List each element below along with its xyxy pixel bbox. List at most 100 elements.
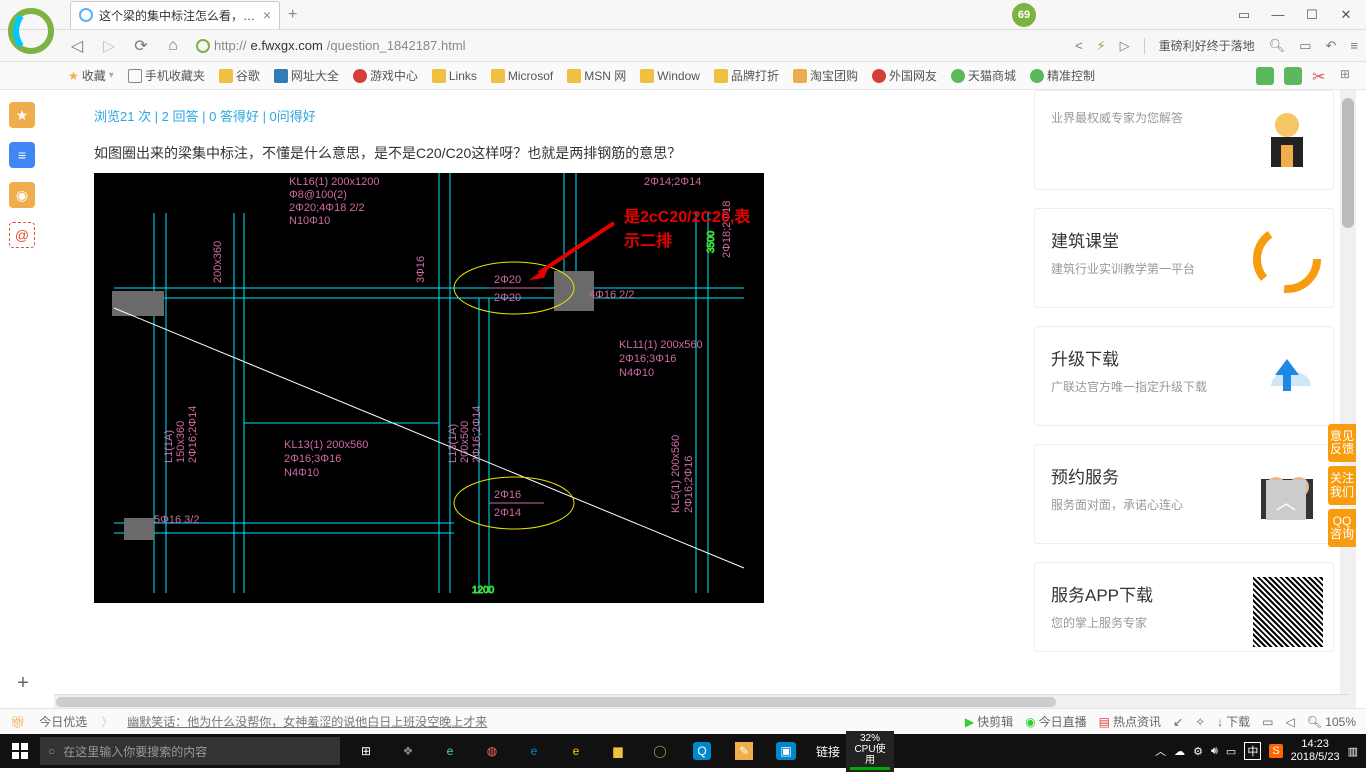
- card-app[interactable]: 服务APP下载 您的掌上服务专家: [1034, 562, 1334, 652]
- sidebar-fav-icon[interactable]: ★: [9, 102, 35, 128]
- scroll-top-button[interactable]: ︿: [1266, 480, 1306, 520]
- play-icon[interactable]: ▷: [1120, 38, 1130, 54]
- today-pick[interactable]: 今日优选: [39, 713, 87, 730]
- zoom-level[interactable]: 🔍︎ 105%: [1307, 715, 1356, 729]
- grid-icon[interactable]: ⊞: [1340, 67, 1358, 85]
- live-today[interactable]: ◉今日直播: [1025, 713, 1087, 730]
- browser-tab[interactable]: 这个梁的集中标注怎么看，是什... ×: [70, 1, 280, 29]
- quick-clip[interactable]: ▶快剪辑: [965, 713, 1013, 730]
- cpu-monitor[interactable]: 32%CPU使用: [850, 734, 890, 768]
- extensions-icon[interactable]: ▭: [1299, 38, 1311, 54]
- site-icon: [196, 39, 210, 53]
- 360-icon[interactable]: ◯: [640, 734, 680, 768]
- app-icon[interactable]: ◍: [472, 734, 512, 768]
- horizontal-scrollbar[interactable]: [54, 694, 1350, 708]
- qq-tab[interactable]: QQ咨询: [1328, 509, 1356, 547]
- tray-icon[interactable]: ▭: [1226, 745, 1236, 758]
- task-view-icon[interactable]: ⊞: [346, 734, 386, 768]
- maximize-icon[interactable]: ☐: [1304, 7, 1320, 23]
- undo-icon[interactable]: ↶: [1326, 38, 1337, 54]
- status-icon[interactable]: ▭: [1262, 715, 1273, 729]
- app-icon[interactable]: ▣: [766, 734, 806, 768]
- bookmark-item[interactable]: Links: [432, 69, 477, 83]
- vertical-scrollbar[interactable]: [1340, 90, 1356, 708]
- bookmark-item[interactable]: 精准控制: [1030, 67, 1095, 84]
- bookmark-item[interactable]: 品牌打折: [714, 67, 779, 84]
- bookmark-item[interactable]: MSN 网: [567, 67, 626, 84]
- settings-icon[interactable]: ▭: [1236, 7, 1252, 23]
- bookmark-item[interactable]: 手机收藏夹: [128, 67, 205, 84]
- card-course[interactable]: 建筑课堂 建筑行业实训教学第一平台: [1034, 208, 1334, 308]
- share-icon[interactable]: <: [1075, 38, 1083, 53]
- ime-indicator[interactable]: 中: [1244, 742, 1261, 760]
- card-expert[interactable]: 业界最权威专家为您解答: [1034, 90, 1334, 190]
- bookmark-item[interactable]: 游戏中心: [353, 67, 418, 84]
- browser-logo[interactable]: [6, 6, 56, 56]
- scissors-icon[interactable]: ✂: [1312, 67, 1330, 85]
- menu-icon[interactable]: ≡: [1350, 38, 1358, 53]
- app-icon[interactable]: Q: [682, 734, 722, 768]
- tray-icon[interactable]: ⚙: [1193, 745, 1203, 758]
- scrollbar-thumb[interactable]: [1342, 98, 1354, 228]
- edge-icon[interactable]: e: [514, 734, 554, 768]
- volume-icon[interactable]: 🔊︎: [1211, 745, 1218, 758]
- sidebar-at-icon[interactable]: @: [9, 222, 35, 248]
- windows-taskbar: ○ 在这里输入你要搜索的内容 ⊞ ❖ e ◍ e e ▆ ◯ Q ✎ ▣ 链接 …: [0, 734, 1366, 768]
- sidebar-weibo-icon[interactable]: ◉: [9, 182, 35, 208]
- new-tab-button[interactable]: +: [288, 6, 297, 24]
- headline-link[interactable]: 幽默笑话：他为什么没帮你，女神羞涩的说他白日上班没空晚上才来: [127, 713, 487, 730]
- svg-text:2Φ16;2Φ14: 2Φ16;2Φ14: [187, 406, 199, 463]
- search-icon[interactable]: 🔍︎: [1269, 38, 1286, 54]
- annotation-text: 是2cC20/2C20,表示二排: [624, 203, 764, 251]
- app-icon[interactable]: ✎: [724, 734, 764, 768]
- follow-tab[interactable]: 关注我们: [1328, 466, 1356, 504]
- back-button[interactable]: ◁: [68, 37, 86, 55]
- ie-icon[interactable]: e: [556, 734, 596, 768]
- tray-up-icon[interactable]: ︿: [1155, 743, 1166, 759]
- tool-icon[interactable]: [1284, 67, 1302, 85]
- status-icon[interactable]: ✧: [1195, 715, 1205, 729]
- card-upgrade[interactable]: 升级下载 广联达官方唯一指定升级下载: [1034, 326, 1334, 426]
- flash-icon[interactable]: ⚡︎: [1097, 38, 1106, 54]
- bookmark-item[interactable]: Microsof: [491, 69, 553, 83]
- explorer-icon[interactable]: ▆: [598, 734, 638, 768]
- tab-close-icon[interactable]: ×: [263, 7, 271, 23]
- hot-news[interactable]: ▤热点资讯: [1099, 713, 1161, 730]
- accelerator-badge[interactable]: 69: [1012, 3, 1036, 27]
- edge-icon[interactable]: e: [430, 734, 470, 768]
- app-icon[interactable]: ❖: [388, 734, 428, 768]
- home-button[interactable]: ⌂: [164, 37, 182, 55]
- bookmark-item[interactable]: 谷歌: [219, 67, 260, 84]
- favorites-button[interactable]: ★收藏▾: [68, 67, 114, 84]
- start-button[interactable]: [0, 734, 40, 768]
- scrollbar-thumb[interactable]: [56, 697, 1056, 707]
- notifications-icon[interactable]: ▥: [1348, 745, 1358, 758]
- cortana-search[interactable]: ○ 在这里输入你要搜索的内容: [40, 737, 340, 765]
- tool-icon[interactable]: [1256, 67, 1274, 85]
- url-field[interactable]: http://e.fwxgx.com/question_1842187.html: [192, 38, 1065, 53]
- bookmark-item[interactable]: Window: [640, 69, 700, 83]
- reload-button[interactable]: ⟳: [132, 37, 150, 55]
- gift-icon[interactable]: 🎁︎: [10, 715, 25, 729]
- downloads[interactable]: ↓下载: [1217, 713, 1250, 730]
- bookmark-item[interactable]: 天猫商城: [951, 67, 1016, 84]
- feedback-tab[interactable]: 意见反馈: [1328, 424, 1356, 462]
- status-icon[interactable]: ↙: [1173, 715, 1183, 729]
- svg-text:N4Φ10: N4Φ10: [619, 367, 654, 379]
- bookmark-item[interactable]: 外国网友: [872, 67, 937, 84]
- sidebar-add-button[interactable]: +: [10, 670, 36, 696]
- mute-icon[interactable]: ◁: [1285, 715, 1294, 729]
- link-label[interactable]: 链接: [808, 734, 848, 768]
- bookmark-item[interactable]: 网址大全: [274, 67, 339, 84]
- forward-button[interactable]: ▷: [100, 37, 118, 55]
- tray-icon[interactable]: ☁: [1174, 745, 1185, 758]
- close-icon[interactable]: ✕: [1338, 7, 1354, 23]
- minimize-icon[interactable]: —: [1270, 7, 1286, 23]
- headline-text[interactable]: 重磅利好终于落地: [1159, 37, 1255, 54]
- site-icon: [353, 69, 367, 83]
- tray-clock[interactable]: 14:23 2018/5/23: [1291, 738, 1340, 764]
- bookmark-item[interactable]: 淘宝团购: [793, 67, 858, 84]
- svg-text:KL5(1) 200x560: KL5(1) 200x560: [670, 435, 682, 513]
- sidebar-news-icon[interactable]: ≡: [9, 142, 35, 168]
- ime-icon[interactable]: S: [1269, 744, 1282, 758]
